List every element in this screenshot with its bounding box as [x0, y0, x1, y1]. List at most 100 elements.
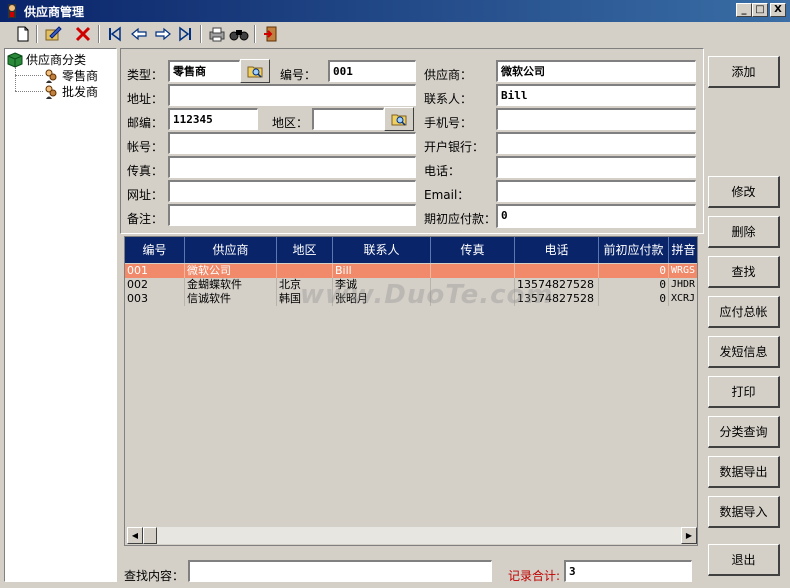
import-button[interactable]: 数据导入 — [708, 496, 780, 528]
column-header-contact[interactable]: 联系人 — [333, 237, 431, 263]
modify-button[interactable]: 修改 — [708, 176, 780, 208]
cell-code: 003 — [125, 292, 185, 306]
cell-code: 002 — [125, 278, 185, 292]
grid-header: 编号 供应商 地区 联系人 传真 电话 前初应付款 拼音 — [125, 237, 697, 263]
type-label: 类型： — [127, 68, 164, 82]
code-label: 编号： — [280, 68, 317, 82]
people-icon — [45, 69, 57, 83]
new-icon[interactable] — [12, 23, 34, 45]
type-field[interactable]: 零售商 — [168, 60, 240, 82]
export-button[interactable]: 数据导出 — [708, 456, 780, 488]
address-field[interactable] — [168, 84, 416, 106]
note-field[interactable] — [168, 204, 416, 226]
code-field[interactable]: 001 — [328, 60, 416, 82]
contact-field[interactable]: Bill — [496, 84, 696, 106]
phone-field[interactable] — [496, 156, 696, 178]
next-record-icon[interactable] — [152, 23, 174, 45]
print-icon[interactable] — [206, 23, 228, 45]
cell-pinyin: XCRJ — [669, 292, 697, 306]
mobile-field[interactable] — [496, 108, 696, 130]
cell-code: 001 — [125, 264, 185, 278]
cube-icon — [7, 51, 23, 68]
fax-label: 传真： — [127, 164, 164, 178]
find-icon[interactable] — [228, 23, 250, 45]
column-header-phone[interactable]: 电话 — [515, 237, 599, 263]
prev-record-icon[interactable] — [128, 23, 150, 45]
column-header-region[interactable]: 地区 — [277, 237, 333, 263]
print-button[interactable]: 打印 — [708, 376, 780, 408]
edit-icon[interactable] — [42, 23, 64, 45]
website-field[interactable] — [168, 180, 416, 202]
window-title: 供应商管理 — [24, 5, 85, 19]
delete-button[interactable]: 删除 — [708, 216, 780, 248]
account-field[interactable] — [168, 132, 416, 154]
add-button[interactable]: 添加 — [708, 56, 780, 88]
app-icon — [8, 4, 16, 18]
send-sms-button[interactable]: 发短信息 — [708, 336, 780, 368]
tree-item-wholesaler[interactable]: 批发商 — [43, 83, 98, 100]
folder-search-icon — [247, 66, 263, 78]
delete-icon[interactable] — [72, 23, 94, 45]
exit-icon[interactable] — [260, 23, 282, 45]
tree-item-label: 零售商 — [62, 69, 99, 83]
search-label: 查找内容： — [124, 569, 185, 583]
zip-label: 邮编： — [127, 116, 164, 130]
record-total-field: 3 — [564, 560, 692, 582]
note-label: 备注： — [127, 212, 164, 226]
close-button[interactable]: X — [770, 3, 786, 17]
title-bar: 供应商管理 _ □ X — [0, 0, 790, 22]
column-header-payable[interactable]: 前初应付款 — [599, 237, 669, 263]
record-total-label: 记录合计: — [508, 569, 561, 583]
toolbar — [0, 22, 790, 46]
region-label: 地区： — [272, 116, 309, 130]
column-header-pinyin[interactable]: 拼音 — [669, 237, 697, 263]
payable-total-button[interactable]: 应付总帐 — [708, 296, 780, 328]
cell-fax — [431, 264, 515, 278]
watermark: www.DuoTe.com — [300, 280, 554, 310]
exit-button[interactable]: 退出 — [708, 544, 780, 576]
email-label: Email： — [424, 188, 470, 202]
region-picker-button[interactable] — [384, 107, 414, 131]
cell-region — [277, 264, 333, 278]
tree-root[interactable]: 供应商分类 — [7, 51, 86, 68]
find-button[interactable]: 查找 — [708, 256, 780, 288]
column-header-code[interactable]: 编号 — [125, 237, 185, 263]
tree-item-label: 批发商 — [62, 85, 99, 99]
table-row[interactable]: 001 微软公司 Bill 0 WRGS — [125, 264, 697, 278]
first-record-icon[interactable] — [104, 23, 126, 45]
zip-field[interactable]: 112345 — [168, 108, 258, 130]
website-label: 网址： — [127, 188, 164, 202]
initial-payable-label: 期初应付款： — [424, 212, 497, 226]
bank-field[interactable] — [496, 132, 696, 154]
mobile-label: 手机号： — [424, 116, 473, 130]
supplier-label: 供应商： — [424, 68, 473, 82]
phone-label: 电话： — [424, 164, 461, 178]
horizontal-scrollbar[interactable]: ◀ ▶ — [127, 527, 697, 544]
maximize-button[interactable]: □ — [752, 3, 768, 17]
region-field[interactable] — [312, 108, 384, 130]
supplier-field[interactable]: 微软公司 — [496, 60, 696, 82]
tree-item-retailer[interactable]: 零售商 — [43, 67, 98, 84]
email-field[interactable] — [496, 180, 696, 202]
minimize-button[interactable]: _ — [736, 3, 752, 17]
cell-phone — [515, 264, 599, 278]
people-icon — [45, 85, 57, 99]
initial-payable-field[interactable]: 0 — [496, 204, 696, 228]
column-header-fax[interactable]: 传真 — [431, 237, 515, 263]
column-header-supplier[interactable]: 供应商 — [185, 237, 277, 263]
last-record-icon[interactable] — [174, 23, 196, 45]
fax-field[interactable] — [168, 156, 416, 178]
type-picker-button[interactable] — [240, 59, 270, 83]
scroll-thumb[interactable] — [143, 527, 157, 544]
cell-payable: 0 — [599, 264, 669, 278]
folder-search-icon — [391, 114, 407, 126]
category-query-button[interactable]: 分类查询 — [708, 416, 780, 448]
address-label: 地址： — [127, 92, 164, 106]
scroll-left-button[interactable]: ◀ — [127, 527, 143, 544]
cell-pinyin: JHDR — [669, 278, 697, 292]
search-input[interactable] — [188, 560, 492, 582]
cell-supplier: 微软公司 — [185, 264, 277, 278]
cell-pinyin: WRGS — [669, 264, 697, 278]
scroll-right-button[interactable]: ▶ — [681, 527, 697, 544]
cell-payable: 0 — [599, 292, 669, 306]
